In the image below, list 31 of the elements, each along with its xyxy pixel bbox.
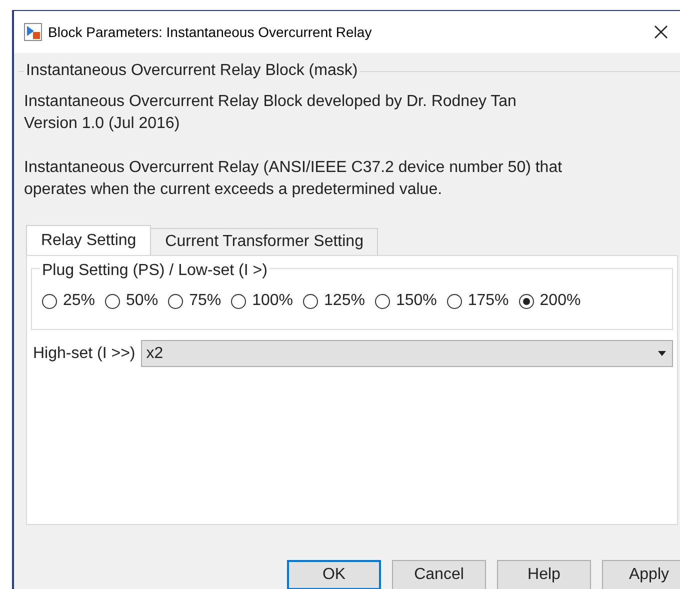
radio-option[interactable]: 125% bbox=[303, 289, 365, 313]
dialog-button[interactable]: Cancel bbox=[392, 560, 486, 589]
radio-button[interactable] bbox=[518, 294, 534, 308]
radio-option[interactable]: 25% bbox=[42, 289, 96, 313]
dialog-button[interactable]: OK bbox=[287, 560, 381, 589]
tab[interactable]: Current Transformer Setting bbox=[151, 228, 378, 255]
radio-option[interactable]: 100% bbox=[231, 289, 294, 313]
radio-option[interactable]: 150% bbox=[374, 289, 437, 313]
radio-button[interactable] bbox=[374, 294, 390, 308]
radio-button[interactable] bbox=[231, 294, 246, 308]
radio-option[interactable]: 50% bbox=[105, 289, 158, 313]
radio-button[interactable] bbox=[446, 294, 462, 308]
window-title: Block Parameters: Instantaneous Overcurrent Relay bbox=[48, 22, 372, 42]
radio-option[interactable]: 200% bbox=[518, 289, 581, 313]
description-paragraph: Instantaneous Overcurrent Relay (ANSI/IEEE C37.2 device number 50) that operates when the current exceeds a predetermined value. bbox=[24, 158, 564, 200]
dialog-button[interactable]: Help bbox=[497, 560, 591, 589]
close-icon[interactable] bbox=[654, 25, 668, 39]
radio-option[interactable]: 175% bbox=[446, 289, 509, 313]
radio-button[interactable] bbox=[105, 294, 120, 308]
tab[interactable]: Relay Setting bbox=[26, 225, 152, 255]
dialog-button[interactable]: Apply bbox=[602, 560, 680, 589]
field-label: High-set (I >>) bbox=[33, 344, 136, 364]
app-icon bbox=[24, 23, 42, 41]
dropdown[interactable]: x2 bbox=[141, 340, 673, 367]
radio-button[interactable] bbox=[303, 294, 318, 308]
description-paragraph: Instantaneous Overcurrent Relay Block developed by Dr. Rodney Tan Version 1.0 (Jul 2016) bbox=[24, 92, 518, 134]
radio-button[interactable] bbox=[42, 294, 57, 308]
radio-option[interactable]: 75% bbox=[168, 289, 222, 313]
radio-button[interactable] bbox=[168, 294, 184, 308]
caret-icon bbox=[658, 351, 666, 356]
mask-title: Instantaneous Overcurrent Relay Block (mask) bbox=[24, 62, 360, 79]
